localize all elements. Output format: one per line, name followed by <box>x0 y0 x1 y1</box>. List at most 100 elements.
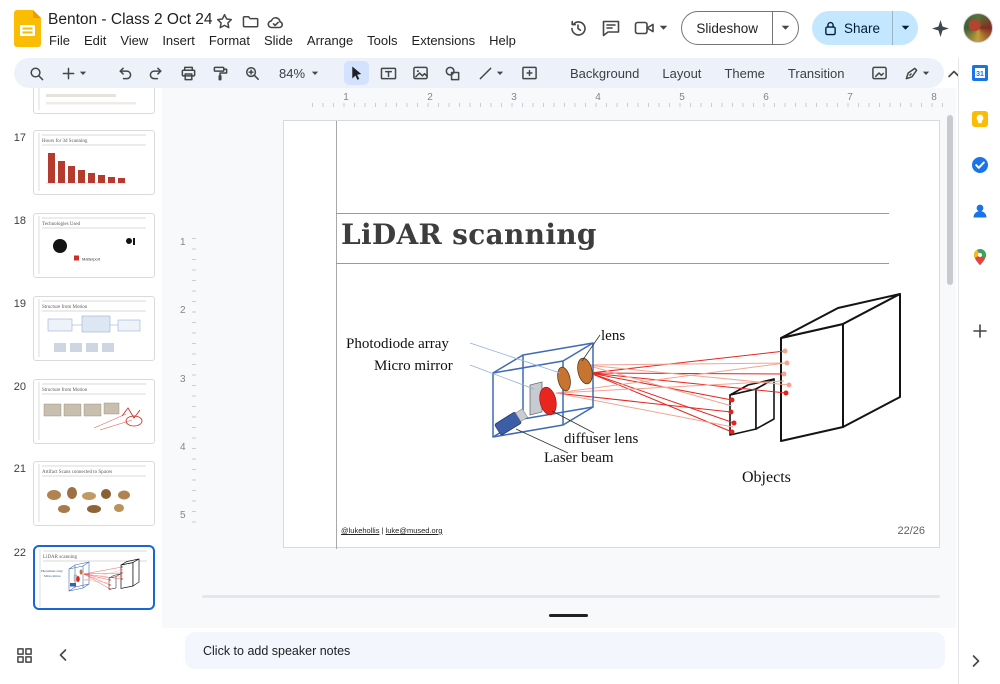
slide-thumbnail-21[interactable]: Artifact Scans connected to Spaces <box>33 461 155 526</box>
menu-arrange[interactable]: Arrange <box>300 31 360 50</box>
calendar-icon[interactable]: 31 <box>971 64 989 82</box>
title-bottom-rule <box>336 263 889 264</box>
meet-dropdown-caret <box>659 25 668 31</box>
slide-filmstrip: 17 Hours for 3d Scanning 18 <box>0 88 162 630</box>
menu-bar: File Edit View Insert Format Slide Arran… <box>42 31 523 50</box>
slide-thumbnail-17[interactable]: Hours for 3d Scanning <box>33 130 155 195</box>
svg-text:Artifact Scans connected to Sp: Artifact Scans connected to Spaces <box>42 470 112 475</box>
search-menus-icon[interactable] <box>24 61 49 85</box>
footer-email-link[interactable]: luke@mused.org <box>386 526 443 535</box>
menu-help[interactable]: Help <box>482 31 523 50</box>
speaker-notes-placeholder: Click to add speaker notes <box>203 644 350 658</box>
insert-placeholder-icon[interactable] <box>517 61 542 85</box>
lock-icon <box>824 21 837 36</box>
svg-text:31: 31 <box>976 71 984 78</box>
paint-format-icon[interactable] <box>208 61 233 85</box>
menu-edit[interactable]: Edit <box>77 31 113 50</box>
main-toolbar: 84% Background Layout Theme Transition <box>14 58 944 88</box>
textbox-icon[interactable] <box>376 61 401 85</box>
zoom-level-select[interactable]: 84% <box>272 61 324 85</box>
menu-extensions[interactable]: Extensions <box>405 31 483 50</box>
slide-title[interactable]: LiDAR scanning <box>341 218 597 251</box>
svg-text:Structure from Motion: Structure from Motion <box>42 388 88 393</box>
version-history-icon[interactable] <box>568 18 588 38</box>
svg-text:Micro mirror: Micro mirror <box>44 574 62 578</box>
zoom-in-icon[interactable] <box>240 61 265 85</box>
menu-file[interactable]: File <box>42 31 77 50</box>
svg-text:Matterport: Matterport <box>82 257 101 262</box>
slide-template-rule <box>336 121 337 549</box>
move-folder-icon[interactable] <box>242 14 259 29</box>
share-dropdown[interactable] <box>892 11 918 45</box>
slide-number-22: 22 <box>4 547 26 559</box>
slide-page[interactable]: LiDAR scanning <box>283 120 940 548</box>
horizontal-scrollbar[interactable] <box>202 595 940 598</box>
notes-resize-handle[interactable] <box>549 614 588 617</box>
footer-handle-link[interactable]: @lukehollis <box>341 526 379 535</box>
share-button[interactable]: Share <box>812 11 892 45</box>
print-icon[interactable] <box>176 61 201 85</box>
menu-tools[interactable]: Tools <box>360 31 404 50</box>
gemini-sparkle-icon[interactable] <box>931 19 950 38</box>
label-diffuser: diffuser lens <box>564 431 638 447</box>
slide-canvas-area: 1 2 3 4 5 6 7 8 1 2 3 4 5 LiDAR scanning <box>162 88 956 628</box>
menu-format[interactable]: Format <box>202 31 257 50</box>
add-addon-icon[interactable] <box>971 322 989 340</box>
slide-footer[interactable]: @lukehollis | luke@mused.org <box>341 526 442 535</box>
background-button[interactable]: Background <box>562 66 647 81</box>
label-lens: lens <box>601 328 625 344</box>
label-micro-mirror: Micro mirror <box>374 358 453 374</box>
slideshow-dropdown[interactable] <box>772 12 798 44</box>
keep-icon[interactable] <box>971 110 989 128</box>
tasks-icon[interactable] <box>971 156 989 174</box>
new-slide-caret <box>79 71 87 76</box>
slide-number-17: 17 <box>4 132 26 144</box>
expand-side-panel-icon[interactable] <box>971 654 989 672</box>
slide-thumbnail-22-selected[interactable]: LiDAR scanning Photodiode array Micro mi… <box>33 545 155 610</box>
slideshow-button[interactable]: Slideshow <box>682 12 772 44</box>
insert-image-icon[interactable] <box>408 61 433 85</box>
theme-button[interactable]: Theme <box>716 66 772 81</box>
meet-button[interactable] <box>634 20 668 36</box>
contacts-icon[interactable] <box>971 202 989 220</box>
lidar-diagram[interactable]: Photodiode array Micro mirror lens diffu… <box>338 273 916 498</box>
share-button-group: Share <box>812 11 918 45</box>
svg-text:Photodiode array: Photodiode array <box>41 569 63 573</box>
slide-thumbnail-16-partial[interactable] <box>33 88 155 114</box>
account-avatar[interactable] <box>963 13 993 43</box>
insert-line-tool[interactable] <box>472 61 510 85</box>
mask-image-icon[interactable] <box>867 61 892 85</box>
slide-number-19: 19 <box>4 298 26 310</box>
select-tool[interactable] <box>344 61 369 85</box>
layout-button[interactable]: Layout <box>654 66 709 81</box>
svg-text:Hours for 3d Scanning: Hours for 3d Scanning <box>42 139 88 144</box>
menu-view[interactable]: View <box>113 31 155 50</box>
grid-view-icon[interactable] <box>16 647 33 664</box>
comments-icon[interactable] <box>601 19 621 38</box>
slide-thumbnail-20[interactable]: Structure from Motion <box>33 379 155 444</box>
maps-icon[interactable] <box>971 248 989 266</box>
transition-button[interactable]: Transition <box>780 66 853 81</box>
document-title[interactable]: Benton - Class 2 Oct 24 <box>48 11 213 29</box>
title-top-rule <box>336 213 889 214</box>
new-slide-button[interactable] <box>56 61 92 85</box>
speaker-notes[interactable]: Click to add speaker notes <box>185 632 945 669</box>
google-slides-app: Benton - Class 2 Oct 24 File Edit View I… <box>0 0 1000 684</box>
pen-tool[interactable] <box>899 61 935 85</box>
slide-number-20: 20 <box>4 381 26 393</box>
menu-slide[interactable]: Slide <box>257 31 300 50</box>
redo-icon[interactable] <box>144 61 169 85</box>
vertical-scrollbar[interactable] <box>947 115 953 285</box>
slide-thumbnail-19[interactable]: Structure from Motion <box>33 296 155 361</box>
insert-shape-icon[interactable] <box>440 61 465 85</box>
collapse-filmstrip-icon[interactable] <box>58 648 68 662</box>
star-icon[interactable] <box>216 13 233 30</box>
svg-text:Technologies Used: Technologies Used <box>42 222 81 227</box>
cloud-status-icon[interactable] <box>267 15 285 29</box>
slides-logo[interactable] <box>14 10 41 47</box>
slide-number-21: 21 <box>4 463 26 475</box>
undo-icon[interactable] <box>112 61 137 85</box>
menu-insert[interactable]: Insert <box>155 31 202 50</box>
slide-number-18: 18 <box>4 215 26 227</box>
slide-thumbnail-18[interactable]: Technologies Used Matterport <box>33 213 155 278</box>
